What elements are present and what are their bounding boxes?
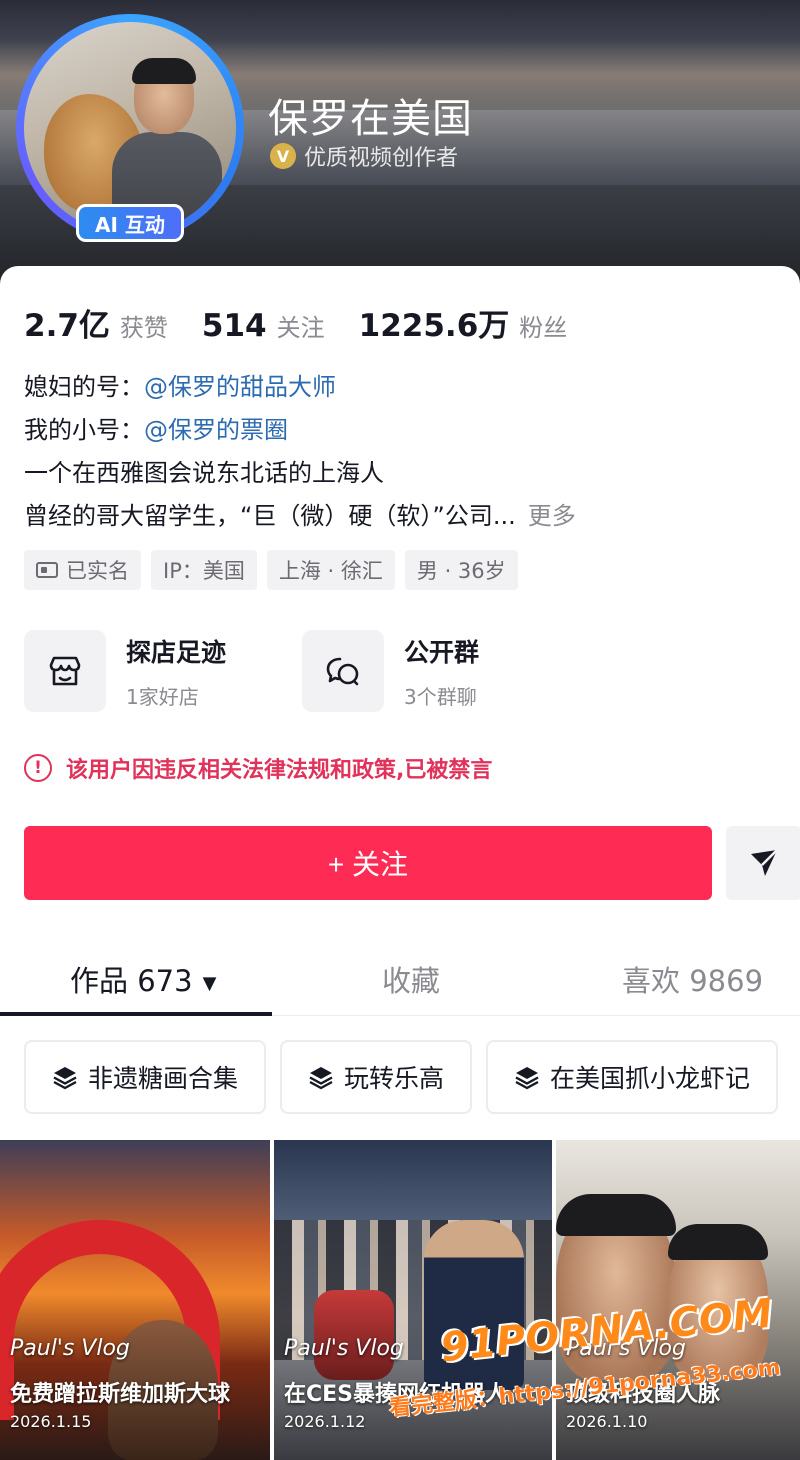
avatar[interactable] bbox=[24, 22, 236, 234]
video-date: 2026.1.10 bbox=[566, 1412, 648, 1431]
tab-favorites[interactable]: 收藏 bbox=[382, 958, 440, 1000]
collections-row: 非遗糖画合集 玩转乐高 在美国抓小龙虾记 bbox=[24, 1040, 779, 1114]
stat-followers-value: 1225.6万 bbox=[358, 308, 510, 344]
mention-link-wife[interactable]: @保罗的甜品大师 bbox=[144, 373, 336, 401]
bio-line-3: 一个在西雅图会说东北话的上海人 bbox=[24, 459, 384, 487]
video-thumbnail[interactable]: Paul's Vlog 免费蹭拉斯维加斯大球 2026.1.15 bbox=[0, 1140, 270, 1460]
bio-line-4-row: 曾经的哥大留学生，“巨（微）硬（软）”公司... 更多 bbox=[24, 495, 576, 538]
ban-warning: ! 该用户因违反相关法律法规和政策,已被禁言 bbox=[24, 752, 492, 784]
bio: 媳妇的号：@保罗的甜品大师 我的小号：@保罗的票圈 一个在西雅图会说东北话的上海… bbox=[24, 366, 576, 538]
feature-store-visits[interactable]: 探店足迹 1家好店 bbox=[24, 630, 226, 712]
send-arrow-icon bbox=[751, 849, 778, 876]
layers-icon bbox=[309, 1067, 333, 1090]
tag-location[interactable]: 上海 · 徐汇 bbox=[266, 550, 395, 590]
verified-creator-icon: V bbox=[270, 143, 296, 169]
share-button[interactable] bbox=[726, 826, 800, 900]
stat-following-value: 514 bbox=[201, 308, 267, 344]
mention-link-alt[interactable]: @保罗的票圈 bbox=[144, 416, 288, 444]
collection-lego[interactable]: 玩转乐高 bbox=[280, 1040, 473, 1114]
bio-line1-prefix: 媳妇的号： bbox=[24, 373, 144, 401]
tag-verified-label: 已实名 bbox=[66, 559, 129, 583]
tag-verified[interactable]: 已实名 bbox=[24, 550, 141, 590]
thumb-robot bbox=[314, 1290, 394, 1380]
feature-public-groups[interactable]: 公开群 3个群聊 bbox=[302, 630, 479, 712]
content-tabs: 作品 673 ▼ 收藏 喜欢 9869 bbox=[0, 940, 800, 1016]
stat-likes-value: 2.7亿 bbox=[24, 308, 110, 344]
feature-store-sub: 1家好店 bbox=[126, 684, 199, 709]
follow-button[interactable]: + 关注 bbox=[24, 826, 712, 900]
tab-works[interactable]: 作品 673 ▼ bbox=[70, 958, 216, 1000]
caret-down-icon: ▼ bbox=[202, 972, 217, 994]
vlog-label: Paul's Vlog bbox=[10, 1336, 130, 1361]
avatar-person-hair bbox=[132, 58, 196, 84]
tag-gender-age-label: 男 · 36岁 bbox=[416, 559, 506, 583]
store-icon bbox=[24, 630, 106, 712]
layers-icon bbox=[515, 1067, 539, 1090]
thumb-person-hair bbox=[668, 1224, 768, 1260]
tag-row: 已实名 IP：美国 上海 · 徐汇 男 · 36岁 bbox=[24, 550, 518, 590]
vlog-label: Paul's Vlog bbox=[284, 1336, 404, 1361]
video-date: 2026.1.15 bbox=[10, 1412, 92, 1431]
stat-followers[interactable]: 1225.6万 粉丝 bbox=[359, 300, 568, 345]
alert-circle-icon: ! bbox=[24, 754, 52, 782]
stat-followers-label: 粉丝 bbox=[519, 314, 568, 342]
stat-likes[interactable]: 2.7亿 获赞 bbox=[24, 300, 168, 345]
collection-label: 玩转乐高 bbox=[344, 1064, 445, 1093]
active-tab-indicator bbox=[0, 1012, 272, 1016]
group-chat-icon bbox=[302, 630, 384, 712]
layers-icon bbox=[53, 1067, 77, 1090]
feature-groups-sub: 3个群聊 bbox=[404, 684, 477, 709]
tag-gender-age: 男 · 36岁 bbox=[404, 550, 518, 590]
tag-ip-label: IP：美国 bbox=[163, 559, 245, 583]
collection-label: 非遗糖画合集 bbox=[88, 1064, 239, 1093]
stat-likes-label: 获赞 bbox=[119, 314, 168, 342]
collection-label: 在美国抓小龙虾记 bbox=[550, 1064, 751, 1093]
stat-following[interactable]: 514 关注 bbox=[202, 308, 325, 344]
tab-likes[interactable]: 喜欢 9869 bbox=[622, 958, 763, 1000]
bio-line-4: 曾经的哥大留学生，“巨（微）硬（软）”公司... bbox=[24, 502, 516, 530]
feature-store-title: 探店足迹 bbox=[126, 637, 227, 667]
stats-row: 2.7亿 获赞 514 关注 1225.6万 粉丝 bbox=[24, 300, 601, 345]
id-card-icon bbox=[36, 562, 58, 578]
bio-line-wife: 媳妇的号：@保罗的甜品大师 bbox=[24, 366, 576, 409]
profile-banner: AI 互动 保罗在美国 V 优质视频创作者 bbox=[0, 0, 800, 290]
ai-interaction-badge[interactable]: AI 互动 bbox=[76, 204, 184, 242]
feature-groups-title: 公开群 bbox=[404, 637, 480, 667]
creator-row[interactable]: V 优质视频创作者 bbox=[270, 140, 458, 172]
collection-sugar-painting[interactable]: 非遗糖画合集 bbox=[24, 1040, 267, 1114]
thumb-person-hair bbox=[556, 1194, 676, 1236]
profile-name: 保罗在美国 bbox=[268, 96, 473, 142]
tab-works-label: 作品 673 bbox=[70, 964, 193, 998]
bio-line-alt: 我的小号：@保罗的票圈 bbox=[24, 409, 576, 452]
stat-following-label: 关注 bbox=[276, 314, 325, 342]
collection-crayfish[interactable]: 在美国抓小龙虾记 bbox=[486, 1040, 779, 1114]
creator-label: 优质视频创作者 bbox=[304, 146, 459, 171]
ban-warning-text: 该用户因违反相关法律法规和政策,已被禁言 bbox=[66, 758, 493, 783]
tag-ip: IP：美国 bbox=[151, 550, 257, 590]
bio-more-link[interactable]: 更多 bbox=[528, 502, 576, 530]
tag-location-label: 上海 · 徐汇 bbox=[278, 559, 383, 583]
video-date: 2026.1.12 bbox=[284, 1412, 366, 1431]
bio-line2-prefix: 我的小号： bbox=[24, 416, 144, 444]
video-title: 免费蹭拉斯维加斯大球 bbox=[10, 1382, 231, 1407]
